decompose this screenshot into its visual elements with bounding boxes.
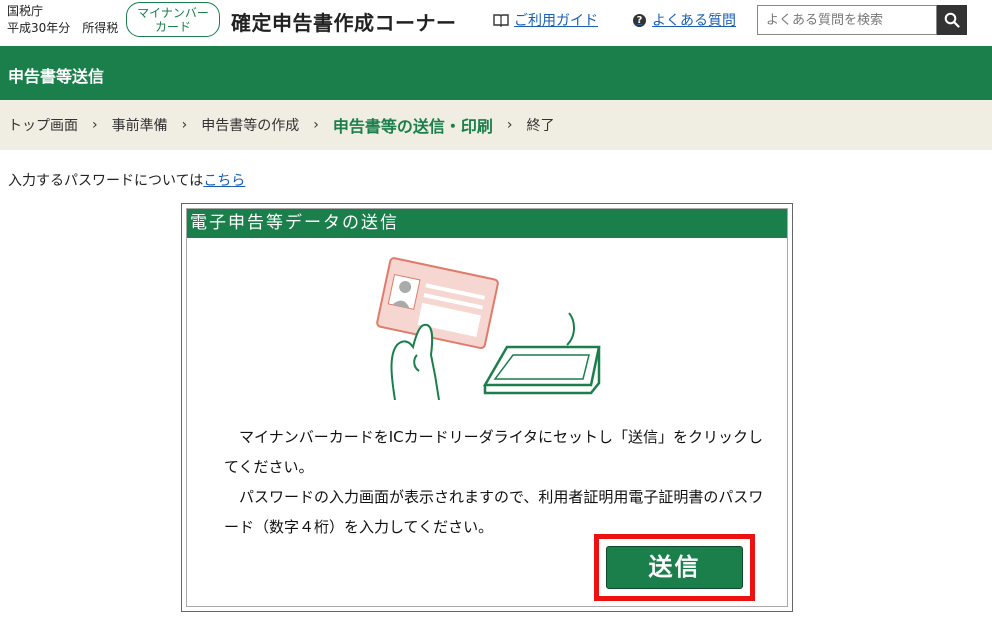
chevron-right-icon: › xyxy=(92,117,98,133)
hand-icon xyxy=(390,323,440,401)
breadcrumb: トップ画面 › 事前準備 › 申告書等の作成 › 申告書等の送信・印刷 › 終了 xyxy=(0,100,992,150)
site-header: 国税庁 平成30年分 所得税 マイナンバー カード 確定申告書作成コーナー ご利… xyxy=(0,0,992,46)
faq-link-label[interactable]: よくある質問 xyxy=(652,10,736,30)
guide-link[interactable]: ご利用ガイド xyxy=(493,10,598,30)
chevron-right-icon: › xyxy=(181,117,188,133)
section-title: 申告書等送信 xyxy=(8,67,105,86)
breadcrumb-preparation: 事前準備 xyxy=(111,118,168,134)
guide-link-label[interactable]: ご利用ガイド xyxy=(514,10,598,30)
tax-year: 平成30年分 所得税 xyxy=(7,21,119,35)
breadcrumb-create: 申告書等の作成 xyxy=(201,118,300,134)
panel-title: 電子申告等データの送信 xyxy=(187,209,787,238)
agency-info: 国税庁 平成30年分 所得税 xyxy=(7,3,118,37)
question-circle-icon: ? xyxy=(633,13,646,27)
agency-name: 国税庁 xyxy=(7,4,44,18)
chevron-right-icon: › xyxy=(506,117,513,133)
ic-card-reader-icon xyxy=(482,312,601,395)
instruction-enter-password: パスワードの入力画面が表示されますので、利用者証明用電子証明書のパスワード（数字… xyxy=(224,488,764,536)
chevron-right-icon: › xyxy=(313,117,319,133)
password-note-text: 入力するパスワードについては xyxy=(8,173,204,189)
breadcrumb-top: トップ画面 xyxy=(8,118,78,134)
instruction-set-card: マイナンバーカードをICカードリーダライタにセットし「送信」をクリックしてくださ… xyxy=(224,428,764,476)
mynumber-badge-line2: カード xyxy=(154,20,191,34)
breadcrumb-finish: 終了 xyxy=(526,118,555,134)
mynumber-badge-line1: マイナンバー xyxy=(137,6,209,20)
mynumber-card-reader-illustration xyxy=(376,257,601,401)
breadcrumb-current-send-print: 申告書等の送信・印刷 xyxy=(332,117,493,136)
search-icon xyxy=(944,12,960,28)
mynumber-card-icon xyxy=(376,257,499,350)
faq-search-input[interactable] xyxy=(757,5,937,35)
faq-link[interactable]: ? よくある質問 xyxy=(633,10,736,30)
send-button[interactable]: 送信 xyxy=(606,546,743,589)
section-header-bar: 申告書等送信 xyxy=(0,46,992,100)
book-icon xyxy=(493,14,509,27)
password-info-link[interactable]: こちら xyxy=(203,173,245,189)
search-button[interactable] xyxy=(937,5,967,35)
instructions: マイナンバーカードをICカードリーダライタにセットし「送信」をクリックしてくださ… xyxy=(224,422,774,542)
site-title: 確定申告書作成コーナー xyxy=(231,11,457,35)
password-note: 入力するパスワードについてはこちら xyxy=(8,170,245,190)
mynumber-card-badge: マイナンバー カード xyxy=(126,2,220,37)
